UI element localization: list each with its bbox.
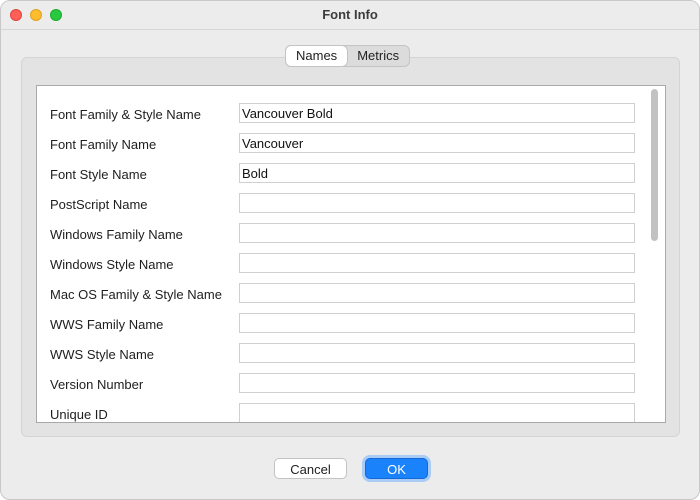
names-list: Font Family & Style Name Font Family Nam… bbox=[36, 85, 666, 423]
field-row: Mac OS Family & Style Name bbox=[37, 280, 647, 310]
ok-button[interactable]: OK bbox=[365, 458, 428, 479]
cancel-button[interactable]: Cancel bbox=[274, 458, 347, 479]
field-row: Font Style Name bbox=[37, 160, 647, 190]
field-label: Font Family & Style Name bbox=[50, 107, 201, 122]
wws-style-name-field[interactable] bbox=[239, 343, 635, 363]
mac-os-family-style-name-field[interactable] bbox=[239, 283, 635, 303]
field-row: Version Number bbox=[37, 370, 647, 400]
title-bar[interactable]: Font Info bbox=[1, 1, 699, 30]
window-title: Font Info bbox=[322, 7, 378, 22]
field-label: Windows Family Name bbox=[50, 227, 183, 242]
field-row: Font Family Name bbox=[37, 130, 647, 160]
field-row: PostScript Name bbox=[37, 190, 647, 220]
version-number-field[interactable] bbox=[239, 373, 635, 393]
scrollbar-thumb[interactable] bbox=[651, 89, 658, 241]
field-row: Windows Style Name bbox=[37, 250, 647, 280]
tab-metrics[interactable]: Metrics bbox=[347, 46, 409, 66]
field-label: WWS Style Name bbox=[50, 347, 155, 362]
windows-style-name-field[interactable] bbox=[239, 253, 635, 273]
tab-bar: Names Metrics bbox=[285, 45, 411, 67]
field-row: WWS Style Name bbox=[37, 340, 647, 370]
field-label: Unique ID bbox=[50, 407, 108, 422]
font-info-window: Font Info Names Metrics Font Family & St… bbox=[0, 0, 700, 500]
field-row: Windows Family Name bbox=[37, 220, 647, 250]
vertical-scrollbar[interactable] bbox=[647, 87, 661, 421]
field-label: WWS Family Name bbox=[50, 317, 164, 332]
field-label: Font Family Name bbox=[50, 137, 157, 152]
font-family-style-name-field[interactable] bbox=[239, 103, 635, 123]
field-label: Mac OS Family & Style Name bbox=[50, 287, 222, 302]
field-label: PostScript Name bbox=[50, 197, 148, 212]
field-row: Unique ID bbox=[37, 400, 647, 422]
postscript-name-field[interactable] bbox=[239, 193, 635, 213]
field-label: Version Number bbox=[50, 377, 144, 392]
field-row: Font Family & Style Name bbox=[37, 100, 647, 130]
font-style-name-field[interactable] bbox=[239, 163, 635, 183]
windows-family-name-field[interactable] bbox=[239, 223, 635, 243]
field-row: WWS Family Name bbox=[37, 310, 647, 340]
font-family-name-field[interactable] bbox=[239, 133, 635, 153]
field-label: Windows Style Name bbox=[50, 257, 174, 272]
wws-family-name-field[interactable] bbox=[239, 313, 635, 333]
field-label: Font Style Name bbox=[50, 167, 147, 182]
tab-names[interactable]: Names bbox=[286, 46, 348, 66]
unique-id-field[interactable] bbox=[239, 403, 635, 422]
